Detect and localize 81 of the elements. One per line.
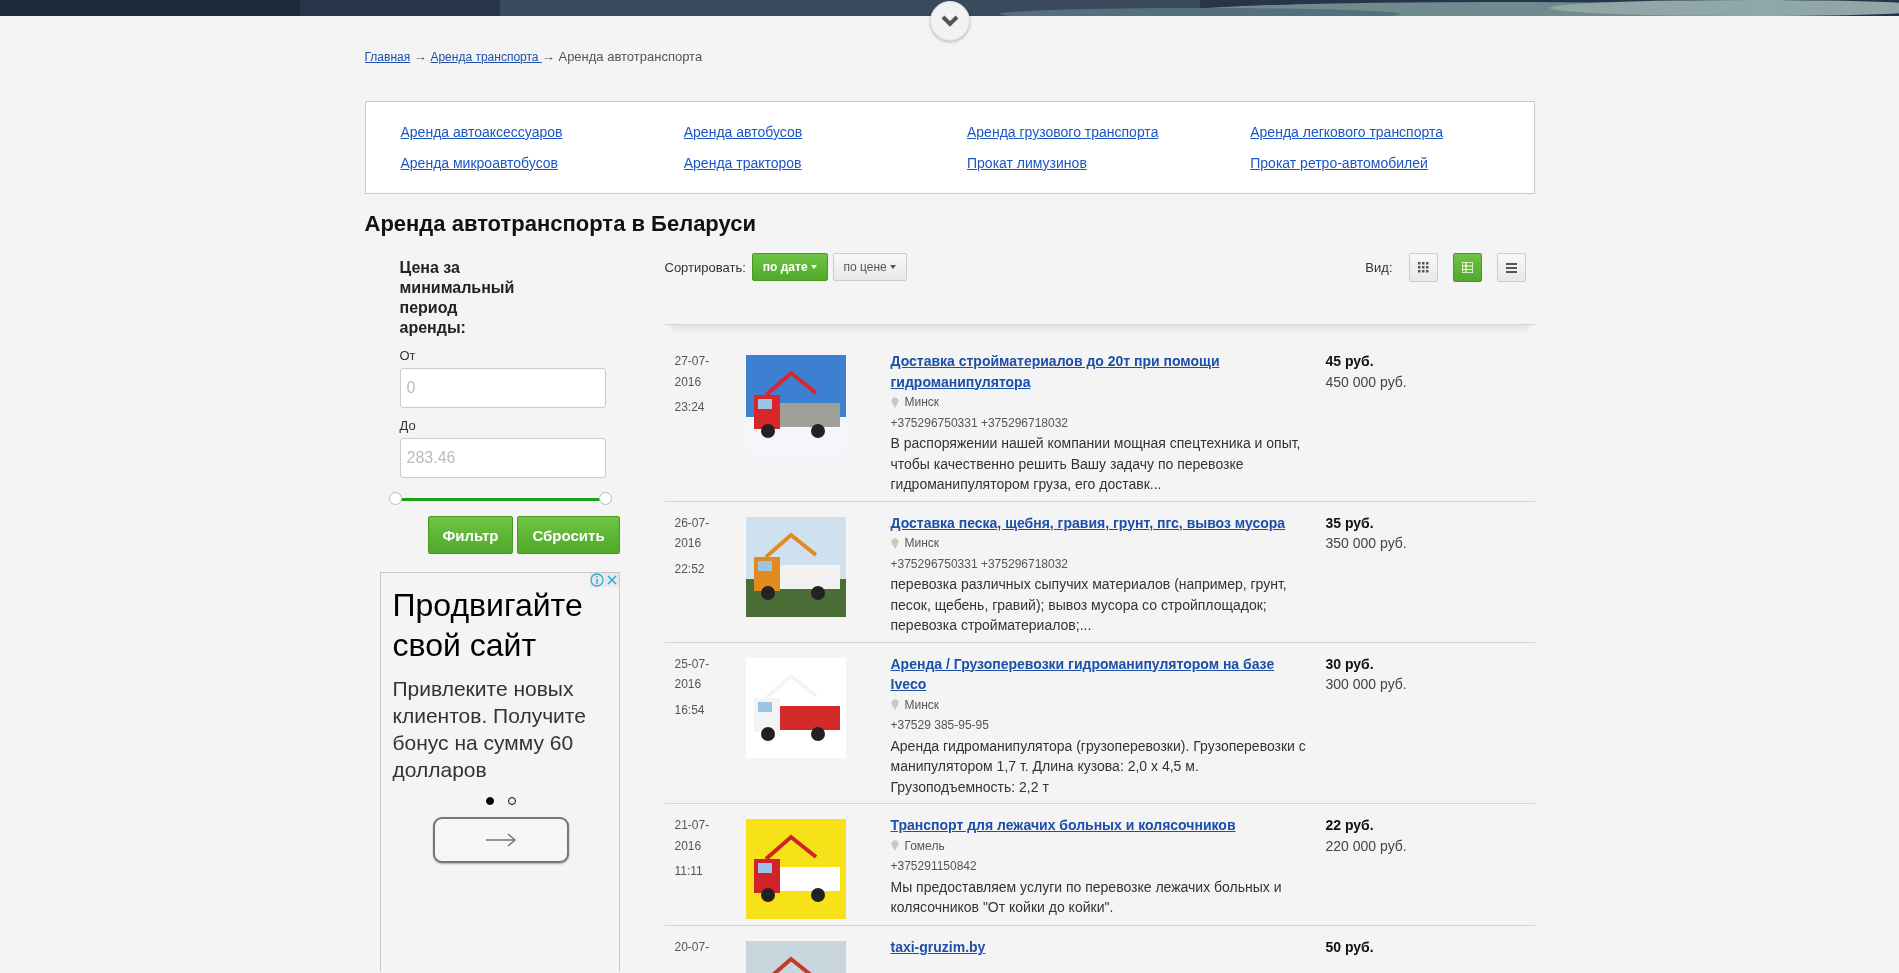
sort-button[interactable]: по цене <box>832 253 907 281</box>
slider-handle[interactable] <box>598 491 612 505</box>
listing-date: 21-07-2016 <box>674 817 711 855</box>
listing-title-link[interactable]: Транспорт для лежачих больных и колясочников <box>890 815 1307 836</box>
caret-icon <box>810 265 817 269</box>
listing-time: 16:54 <box>674 701 706 719</box>
field-label: До <box>399 418 417 433</box>
close-icon[interactable] <box>604 573 619 587</box>
carousel-dot[interactable] <box>485 797 494 805</box>
info-icon[interactable] <box>589 573 604 587</box>
location-pin-icon <box>890 699 899 711</box>
listing-price-old: 300 000 руб. <box>1325 675 1408 694</box>
category-link[interactable]: Аренда грузового транспорта <box>967 124 1159 140</box>
scroll-down-button[interactable] <box>930 1 970 41</box>
listing-description: Аренда гидроманипулятора (грузоперевозки). Грузоперевозки с манипулятором 1,7 т. Длина кузова: 2,0 х 4,5 м. Грузоподъемность: 2,2 т <box>890 736 1307 797</box>
slider-handle[interactable] <box>388 491 402 505</box>
listing-description: перевозка различных сыпучих материалов (например, грунт, песок, щебень, гравий); вывоз мусора со стройплощадок; перевозка стройматериалов;... <box>890 575 1288 635</box>
listing-price: 45 руб. <box>1325 352 1375 371</box>
listing-time: 23:24 <box>674 399 706 416</box>
listing-phone: +375291150842 <box>890 858 978 875</box>
location-pin-icon <box>890 396 899 408</box>
listing-city: Минск <box>904 394 940 411</box>
listing-title-link[interactable]: Аренда / Грузоперевозки гидроманипулятором на базе Iveco <box>890 653 1307 695</box>
listing-price: 50 руб. <box>1325 938 1375 957</box>
listing-phone: +37529 385-95-95 <box>890 717 990 734</box>
list-icon <box>1505 261 1517 273</box>
listing-phone: +375296750331 +375296718032 <box>890 555 1070 573</box>
page-heading: Аренда автотранспорта в Беларуси <box>364 210 757 238</box>
filter-title: Цена за минимальный период аренды: <box>399 258 516 338</box>
listing-price: 22 руб. <box>1325 816 1375 835</box>
range-slider[interactable] <box>387 492 612 506</box>
chevron-down-icon <box>941 15 959 27</box>
listing-phone: +375296750331 +375296718032 <box>890 414 1070 432</box>
arrow-right-icon <box>484 833 517 847</box>
grid-icon <box>1417 261 1429 273</box>
listing-price-old: 220 000 руб. <box>1325 836 1408 856</box>
table-icon <box>1461 261 1473 273</box>
price-to-field[interactable]: 283.46 <box>399 438 606 478</box>
field-label: От <box>399 348 417 363</box>
category-link[interactable]: Аренда автобусов <box>683 124 803 140</box>
listing-city: Минск <box>904 535 940 552</box>
listing-title-link[interactable]: Доставка песка, щебня, гравия, грунт, пгс, вывоз мусора <box>890 512 1307 533</box>
view-button[interactable] <box>1408 252 1438 282</box>
listing-date: 20-07- <box>674 939 711 956</box>
location-pin-icon <box>890 840 899 852</box>
listing-city: Гомель <box>904 837 945 855</box>
ad-text: Привлеките новых клиентов. Получите бонус на сумму 60 долларов <box>392 676 587 783</box>
breadcrumb-separator: → <box>541 49 556 64</box>
listing-date: 26-07-2016 <box>674 514 711 552</box>
listing-price: 35 руб. <box>1325 513 1375 533</box>
ad-headline: Продвигайте свой сайт <box>392 586 584 665</box>
breadcrumb-current: Аренда автотранспорта <box>558 49 703 64</box>
category-link[interactable]: Прокат ретро-автомобилей <box>1250 155 1428 171</box>
view-button[interactable] <box>1496 252 1526 282</box>
listing-title-link[interactable]: Доставка стройматериалов до 20т при помощи гидроманипулятора <box>890 351 1307 392</box>
listing-price-old: 450 000 руб. <box>1325 372 1408 392</box>
sort-label: Сортировать: <box>664 259 746 275</box>
category-link[interactable]: Аренда микроавтобусов <box>400 155 559 171</box>
next-button[interactable] <box>432 817 569 863</box>
listing-description: Мы предоставляем услуги по перевозке лежачих больных и колясочников "От койки до койки". <box>890 877 1283 917</box>
category-link[interactable]: Прокат лимузинов <box>967 155 1087 171</box>
listing-time: 11:11 <box>674 863 704 880</box>
listing-city: Минск <box>904 696 940 714</box>
breadcrumb-link[interactable]: Главная <box>364 50 411 64</box>
listing-time: 22:52 <box>674 560 706 578</box>
listing-date: 25-07-2016 <box>674 655 711 693</box>
location-pin-icon <box>890 537 899 549</box>
caret-icon <box>889 265 896 269</box>
listing-title-link[interactable]: taxi-gruzim.by <box>890 937 1307 958</box>
listing-description: В распоряжении нашей компании мощная спецтехника и опыт, чтобы качественно решить Вашу задачу по перевозке гидроманипулятором груза, его доставк... <box>890 434 1302 494</box>
price-from-field[interactable]: 0 <box>399 368 606 408</box>
category-link[interactable]: Аренда автоаксессуаров <box>400 124 563 140</box>
breadcrumb-link[interactable]: Аренда транспорта <box>430 50 542 64</box>
category-link[interactable]: Аренда легкового транспорта <box>1250 124 1443 140</box>
listing-price: 30 руб. <box>1325 654 1375 674</box>
view-label: Вид: <box>1365 259 1393 275</box>
category-link[interactable]: Аренда тракторов <box>683 155 802 171</box>
listing-price-old: 350 000 руб. <box>1325 534 1408 553</box>
breadcrumb-separator: → <box>412 49 428 64</box>
view-button[interactable] <box>1452 252 1482 282</box>
listing-date: 27-07-2016 <box>674 353 711 391</box>
